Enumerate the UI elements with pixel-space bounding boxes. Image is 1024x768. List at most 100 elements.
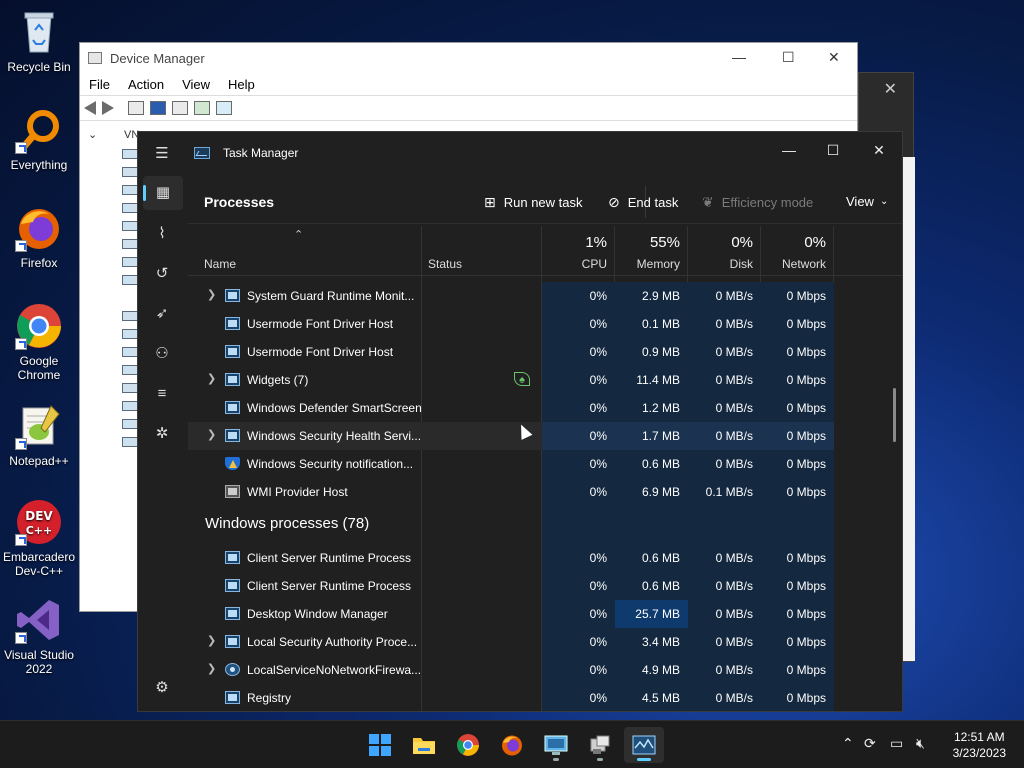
services-icon[interactable]: ✲ [152,424,172,444]
close-icon[interactable]: ✕ [828,49,840,66]
process-list: ❯ System Guard Runtime Monit... 0% 2.9 M… [188,282,902,711]
chevron-right-icon[interactable]: ❯ [207,428,216,441]
desktop-icon-firefox[interactable]: Firefox [2,204,76,270]
column-disk[interactable]: 0% Disk [688,226,761,276]
chevron-right-icon[interactable]: ❯ [207,372,216,385]
remote-desktop-icon [544,735,568,755]
table-row[interactable]: ❯ System Guard Runtime Monit... 0% 2.9 M… [188,282,834,310]
task-manager-titlebar[interactable]: Task Manager [194,146,298,160]
disk-cell: 0 MB/s [688,684,761,711]
device-category-icon[interactable] [122,419,138,429]
view-dropdown[interactable]: View ⌄ [846,194,888,209]
run-new-task-button[interactable]: ⊞ Run new task [484,194,583,211]
device-category-icon[interactable] [122,329,138,339]
device-category-icon[interactable] [122,257,138,267]
menu-action[interactable]: Action [119,77,173,92]
column-name[interactable]: Name [188,226,421,276]
menu-help[interactable]: Help [219,77,264,92]
start-button[interactable] [360,727,400,763]
taskbar-firefox[interactable] [492,727,532,763]
table-row[interactable]: ❯ Widgets (7) ♠ 0% 11.4 MB 0 MB/s 0 Mbps [188,366,834,394]
maximize-icon[interactable]: ☐ [810,136,856,164]
desktop-icon-notepadpp[interactable]: Notepad++ [2,402,76,468]
table-row[interactable]: Usermode Font Driver Host 0% 0.9 MB 0 MB… [188,338,834,366]
performance-icon[interactable]: ⌇ [152,224,172,244]
table-row[interactable]: ❯ LocalServiceNoNetworkFirewa... 0% 4.9 … [188,656,834,684]
device-category-icon[interactable] [122,221,138,231]
taskbar-file-explorer[interactable] [404,727,444,763]
desktop-icon-recycle-bin[interactable]: Recycle Bin [2,8,76,74]
maximize-icon[interactable]: ☐ [782,49,795,66]
chevron-up-icon[interactable]: ⌃ [842,735,854,752]
device-category-icon[interactable] [122,347,138,357]
desktop-icon-visual-studio[interactable]: Visual Studio 2022 [2,596,76,676]
table-row[interactable]: Client Server Runtime Process 0% 0.6 MB … [188,572,834,600]
device-category-icon[interactable] [122,437,138,447]
menu-file[interactable]: File [80,77,119,92]
device-category-icon[interactable] [122,167,138,177]
chevron-right-icon[interactable]: ❯ [207,634,216,647]
device-category-icon[interactable] [122,203,138,213]
table-row[interactable]: WMI Provider Host 0% 6.9 MB 0.1 MB/s 0 M… [188,478,834,506]
sync-icon[interactable]: ⟳ [864,735,876,752]
close-icon[interactable]: ✕ [884,79,897,99]
table-row[interactable]: Desktop Window Manager 0% 25.7 MB 0 MB/s… [188,600,834,628]
properties-icon[interactable] [128,101,144,115]
minimize-icon[interactable]: — [766,136,812,164]
column-memory[interactable]: 55% Memory [615,226,688,276]
table-row[interactable]: Windows Defender SmartScreen 0% 1.2 MB 0… [188,394,834,422]
close-icon[interactable]: ✕ [856,136,902,164]
device-category-icon[interactable] [122,275,138,285]
display-icon[interactable]: ▭ [890,735,903,752]
table-row[interactable]: Windows Security notification... 0% 0.6 … [188,450,834,478]
processes-icon[interactable]: ▦ [143,176,183,210]
list-view-icon[interactable] [172,101,188,115]
table-row[interactable]: ❯ Windows Security Health Servi... 0% 1.… [188,422,834,450]
chevron-right-icon[interactable]: ❯ [207,288,216,301]
chevron-right-icon[interactable]: ❯ [207,662,216,675]
speaker-muted-icon[interactable]: 🔇︎ [916,735,925,752]
scan-hardware-icon[interactable] [216,101,232,115]
taskbar-task-manager[interactable] [624,727,664,763]
users-icon[interactable]: ⚇ [152,344,172,364]
forward-arrow-icon[interactable] [102,101,114,115]
update-driver-icon[interactable] [194,101,210,115]
device-category-icon[interactable] [122,239,138,249]
device-category-icon[interactable] [122,149,138,159]
settings-gear-icon[interactable]: ⚙ [152,678,172,698]
device-category-icon[interactable] [122,383,138,393]
table-row[interactable]: Registry 0% 4.5 MB 0 MB/s 0 Mbps [188,684,834,711]
device-category-icon[interactable] [122,311,138,321]
table-row[interactable]: ❯ Local Security Authority Proce... 0% 3… [188,628,834,656]
column-cpu[interactable]: 1% CPU [542,226,615,276]
taskbar-remote-desktop[interactable] [536,727,576,763]
hamburger-menu-icon[interactable]: ☰ [152,144,172,164]
help-icon[interactable] [150,101,166,115]
app-history-icon[interactable]: ↺ [152,264,172,284]
taskbar-device-manager[interactable] [580,727,620,763]
column-network[interactable]: 0% Network [761,226,834,276]
process-icon [225,317,240,330]
device-category-icon[interactable] [122,401,138,411]
menu-view[interactable]: View [173,77,219,92]
desktop-icon-devcpp[interactable]: DEV C++ Embarcadero Dev-C++ [2,498,76,578]
clock[interactable]: 12:51 AM 3/23/2023 [953,729,1006,761]
device-category-icon[interactable] [122,365,138,375]
end-task-button[interactable]: ⊘ End task [608,194,678,211]
details-icon[interactable]: ≡ [152,384,172,404]
efficiency-mode-button[interactable]: ❦ Efficiency mode [702,194,813,211]
minimize-icon[interactable]: — [732,49,746,65]
desktop-icon-chrome[interactable]: Google Chrome [2,302,76,382]
device-category-icon[interactable] [122,185,138,195]
column-status[interactable]: Status [422,226,542,276]
startup-apps-icon[interactable]: ➶ [152,304,172,324]
table-row[interactable]: Usermode Font Driver Host 0% 0.1 MB 0 MB… [188,310,834,338]
desktop-icon-everything[interactable]: Everything [2,106,76,172]
group-header-windows-processes[interactable]: Windows processes (78) [188,506,834,544]
table-row[interactable]: Client Server Runtime Process 0% 0.6 MB … [188,544,834,572]
windows-logo-icon [369,734,391,756]
vertical-scrollbar[interactable] [893,388,896,442]
task-manager-window[interactable]: ☰ ▦ ⌇ ↺ ➶ ⚇ ≡ ✲ ⚙ Task Manager — ☐ ✕ Pro… [137,131,903,712]
taskbar-chrome[interactable] [448,727,488,763]
back-arrow-icon[interactable] [84,101,96,115]
